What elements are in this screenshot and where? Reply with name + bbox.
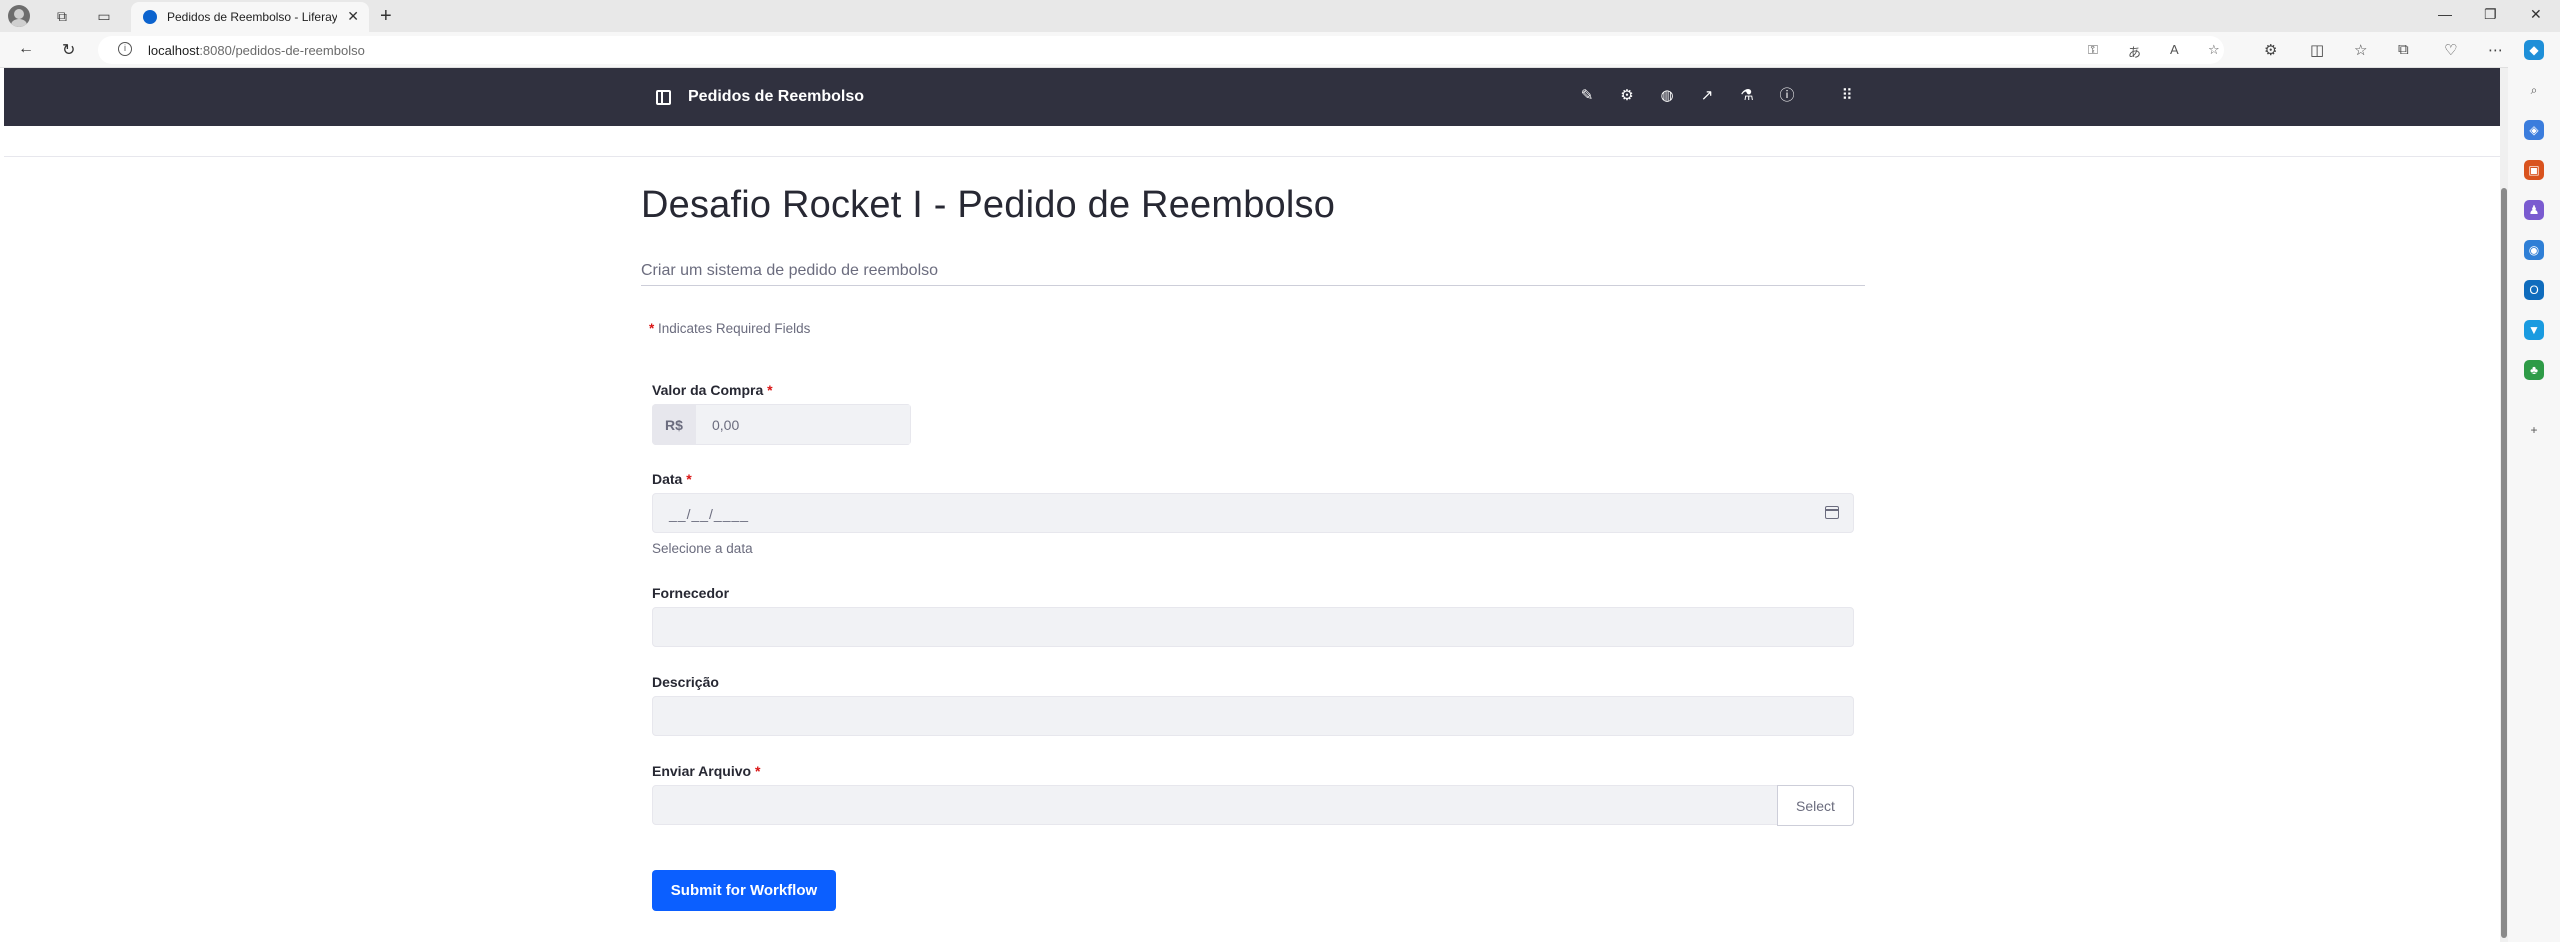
password-key-icon[interactable]: ⚿ <box>2088 42 2098 58</box>
copilot-icon[interactable]: ◆ <box>2524 40 2544 60</box>
form-title: Desafio Rocket I - Pedido de Reembolso <box>641 184 1336 226</box>
favorite-star-icon[interactable]: ☆ <box>2208 42 2220 58</box>
valor-label: Valor da Compra * <box>652 382 773 398</box>
refresh-icon[interactable]: ↻ <box>62 40 75 60</box>
address-bar[interactable]: i localhost:8080/pedidos-de-reembolso ⚿ … <box>98 36 2224 64</box>
form-description: Criar um sistema de pedido de reembolso <box>641 262 939 279</box>
page-scrollbar[interactable] <box>2500 68 2508 942</box>
descricao-label: Descrição <box>652 674 719 690</box>
descricao-label-text: Descrição <box>652 674 719 690</box>
required-star: * <box>649 321 655 336</box>
drop-icon[interactable]: ▼ <box>2524 320 2544 340</box>
control-menu-title: Pedidos de Reembolso <box>688 88 865 105</box>
add-sidebar-app-icon[interactable]: + <box>2524 420 2544 440</box>
required-star: * <box>686 471 692 487</box>
restore-icon[interactable]: ❐ <box>2484 6 2497 23</box>
descricao-input[interactable] <box>652 696 1854 736</box>
fornecedor-input[interactable] <box>652 607 1854 647</box>
file-name-input <box>652 785 1778 825</box>
tree-icon[interactable]: ♣ <box>2524 360 2544 380</box>
pencil-icon[interactable]: ✎ <box>1578 87 1596 105</box>
split-screen-icon[interactable]: ◫ <box>2310 41 2324 59</box>
browser-tab-strip: ⧉ ▭ Pedidos de Reembolso - Liferay D ✕ +… <box>0 0 2560 32</box>
date-mask: __/__/____ <box>669 506 750 522</box>
arquivo-label: Enviar Arquivo * <box>652 763 760 779</box>
microsoft365-icon[interactable]: ◉ <box>2524 240 2544 260</box>
edge-sidebar: ◆ ⌕ ◈ ▣ ♟ ◉ O ▼ ♣ + <box>2508 32 2560 942</box>
more-menu-icon[interactable]: ⋯ <box>2488 41 2503 59</box>
data-label: Data * <box>652 471 692 487</box>
valor-input[interactable]: 0,00 <box>696 404 911 445</box>
close-window-icon[interactable]: ✕ <box>2530 6 2542 23</box>
globe-icon[interactable]: ◍ <box>1658 87 1676 105</box>
search-icon[interactable]: ⌕ <box>2524 80 2544 100</box>
url-text[interactable]: localhost:8080/pedidos-de-reembolso <box>148 43 365 58</box>
read-aloud-icon[interactable]: A <box>2170 42 2179 57</box>
valor-input-group: R$ 0,00 <box>652 404 911 445</box>
shopping-tag-icon[interactable]: ◈ <box>2524 120 2544 140</box>
required-star: * <box>767 382 773 398</box>
new-tab-button[interactable]: + <box>380 5 392 28</box>
scrollbar-thumb[interactable] <box>2501 188 2507 938</box>
flask-icon[interactable]: ⚗ <box>1738 87 1756 105</box>
translate-icon[interactable]: あ <box>2128 42 2141 61</box>
analytics-icon[interactable]: ↗ <box>1698 87 1716 105</box>
workspaces-icon[interactable]: ⧉ <box>52 6 72 26</box>
browser-essentials-icon[interactable]: ♡ <box>2444 41 2457 59</box>
info-icon[interactable]: ⓘ <box>1778 87 1796 105</box>
description-divider <box>641 285 1865 286</box>
site-info-icon[interactable]: i <box>118 42 132 56</box>
favorites-icon[interactable]: ☆ <box>2354 41 2367 59</box>
select-file-button[interactable]: Select <box>1777 785 1854 826</box>
required-note-text: Indicates Required Fields <box>658 321 811 336</box>
date-help-text: Selecione a data <box>652 541 753 556</box>
fornecedor-label-text: Fornecedor <box>652 585 730 601</box>
valor-label-text: Valor da Compra <box>652 382 764 398</box>
liferay-control-menu: Pedidos de Reembolso ✎ ⚙ ◍ ↗ ⚗ ⓘ ⠿ <box>4 68 2500 126</box>
browser-toolbar: ← ↻ i localhost:8080/pedidos-de-reembols… <box>0 32 2560 68</box>
collections-icon[interactable]: ⧉ <box>2398 41 2409 58</box>
liferay-favicon-icon <box>143 10 157 24</box>
fornecedor-label: Fornecedor <box>652 585 729 601</box>
games-icon[interactable]: ♟ <box>2524 200 2544 220</box>
gear-icon[interactable]: ⚙ <box>1618 87 1636 105</box>
profile-avatar[interactable] <box>8 5 30 27</box>
required-star: * <box>754 763 761 779</box>
arquivo-label-text: Enviar Arquivo <box>652 763 752 779</box>
minimize-icon[interactable]: — <box>2438 6 2452 22</box>
currency-prefix: R$ <box>652 404 696 445</box>
tab-title: Pedidos de Reembolso - Liferay D <box>167 10 337 24</box>
browser-tab-active[interactable]: Pedidos de Reembolso - Liferay D ✕ <box>131 2 369 32</box>
apps-grid-icon[interactable]: ⠿ <box>1838 87 1856 105</box>
outlook-icon[interactable]: O <box>2524 280 2544 300</box>
header-divider <box>4 156 2500 157</box>
product-menu-toggle-icon[interactable] <box>656 90 671 105</box>
tools-briefcase-icon[interactable]: ▣ <box>2524 160 2544 180</box>
date-input[interactable]: __/__/____ <box>652 493 1854 533</box>
data-label-text: Data <box>652 471 683 487</box>
tab-actions-icon[interactable]: ▭ <box>94 6 114 26</box>
tab-close-icon[interactable]: ✕ <box>347 8 359 25</box>
required-fields-note: * Indicates Required Fields <box>649 321 810 336</box>
extensions-icon[interactable]: ⚙ <box>2264 41 2277 59</box>
calendar-icon[interactable] <box>1825 506 1839 519</box>
submit-for-workflow-button[interactable]: Submit for Workflow <box>652 870 836 911</box>
back-icon[interactable]: ← <box>18 40 34 58</box>
